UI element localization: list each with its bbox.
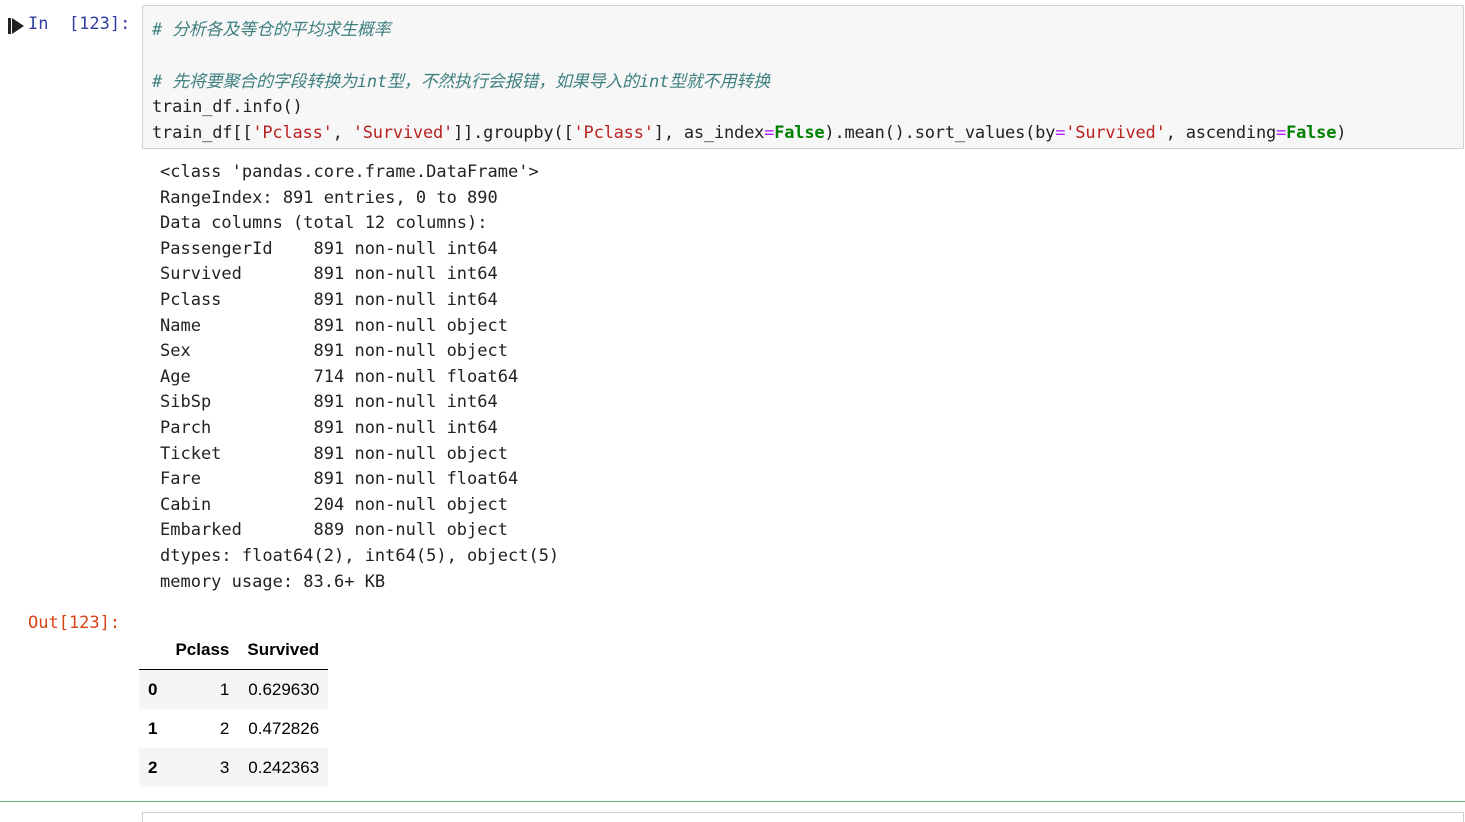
column-header-survived: Survived	[238, 630, 329, 670]
code-line: # 先将要聚合的字段转换为int型，不然执行会报错，如果导入的int型就不用转换	[152, 70, 770, 94]
code-token: =	[1276, 123, 1287, 143]
code-token: =	[1055, 123, 1066, 143]
cell-selection-border	[0, 801, 1465, 802]
code-token: , ascending	[1165, 123, 1277, 143]
stdout-line: Name 891 non-null object	[160, 315, 508, 336]
code-token: train_df[[	[152, 123, 253, 143]
index-header	[139, 630, 167, 670]
code-token: 'Survived'	[1065, 123, 1166, 143]
cell-pclass: 1	[219, 679, 230, 699]
stdout-line: Survived 891 non-null int64	[160, 264, 498, 285]
code-line: train_df.info()	[152, 95, 303, 119]
stdout-output: <class 'pandas.core.frame.DataFrame'> Ran…	[160, 160, 559, 595]
stdout-line: PassengerId 891 non-null int64	[160, 238, 498, 259]
code-token: False	[774, 123, 825, 143]
cell-survived: 0.242363	[248, 757, 320, 777]
stdout-line: Embarked 889 non-null object	[160, 520, 508, 541]
stdout-line: SibSp 891 non-null int64	[160, 392, 498, 413]
input-prompt: In [123]:	[28, 14, 131, 34]
code-token: ,	[332, 123, 353, 143]
code-token: # 分析各及等仓的平均求生概率	[152, 20, 391, 40]
dataframe-table: Pclass Survived 0 1 0.629630 1 2 0.47282…	[139, 630, 329, 787]
table-row: 2 3 0.242363	[139, 748, 329, 787]
stdout-line: <class 'pandas.core.frame.DataFrame'>	[160, 162, 539, 182]
stdout-line: Age 714 non-null float64	[160, 366, 519, 387]
table-row: 0 1 0.629630	[139, 669, 329, 709]
code-token: 'Pclass'	[252, 123, 333, 143]
stdout-line: Ticket 891 non-null object	[160, 443, 508, 464]
cell-pclass: 3	[219, 757, 230, 777]
code-token: False	[1286, 123, 1337, 143]
cell-survived: 0.629630	[248, 679, 320, 699]
code-input-area[interactable]: # 分析各及等仓的平均求生概率 # 先将要聚合的字段转换为int型，不然执行会报错…	[142, 5, 1464, 149]
stdout-line: Data columns (total 12 columns):	[160, 213, 488, 234]
next-code-cell[interactable]	[142, 812, 1464, 822]
row-index: 1	[148, 718, 158, 738]
code-token: ()	[282, 97, 303, 117]
code-token: ).mean().sort_values(by	[824, 123, 1056, 143]
cell-survived: 0.472826	[248, 718, 320, 738]
stdout-line: Pclass 891 non-null int64	[160, 289, 498, 310]
code-token: # 先将要聚合的字段转换为int型，不然执行会报错，如果导入的int型就不用转换	[152, 72, 770, 92]
code-token: .	[232, 97, 243, 117]
code-token: ]].groupby([	[453, 123, 574, 143]
table-header-row: Pclass Survived	[139, 630, 329, 670]
stdout-line: memory usage: 83.6+ KB	[160, 571, 386, 592]
stdout-line: RangeIndex: 891 entries, 0 to 890	[160, 187, 498, 208]
row-index: 0	[148, 679, 158, 699]
code-line: # 分析各及等仓的平均求生概率	[152, 18, 391, 42]
output-prompt: Out[123]:	[28, 613, 121, 633]
stdout-line: Sex 891 non-null object	[160, 341, 508, 362]
stdout-line: Fare 891 non-null float64	[160, 469, 519, 490]
code-line: train_df[['Pclass', 'Survived']].groupby…	[152, 121, 1346, 145]
stdout-line: Parch 891 non-null int64	[160, 417, 498, 438]
code-token: 'Pclass'	[573, 123, 654, 143]
code-token: train_df	[152, 97, 233, 117]
stdout-line: dtypes: float64(2), int64(5), object(5)	[160, 545, 560, 566]
code-token: )	[1336, 123, 1347, 143]
code-token: 'Survived'	[352, 123, 454, 143]
code-token: info	[242, 97, 283, 117]
row-index: 2	[148, 757, 158, 777]
step-forward-icon[interactable]	[7, 16, 25, 36]
table-row: 1 2 0.472826	[139, 709, 328, 748]
column-header-pclass: Pclass	[166, 630, 239, 670]
code-token: =	[764, 123, 775, 143]
stdout-line: Cabin 204 non-null object	[160, 494, 508, 515]
cell-pclass: 2	[219, 718, 230, 738]
code-token: ], as_index	[653, 123, 765, 143]
